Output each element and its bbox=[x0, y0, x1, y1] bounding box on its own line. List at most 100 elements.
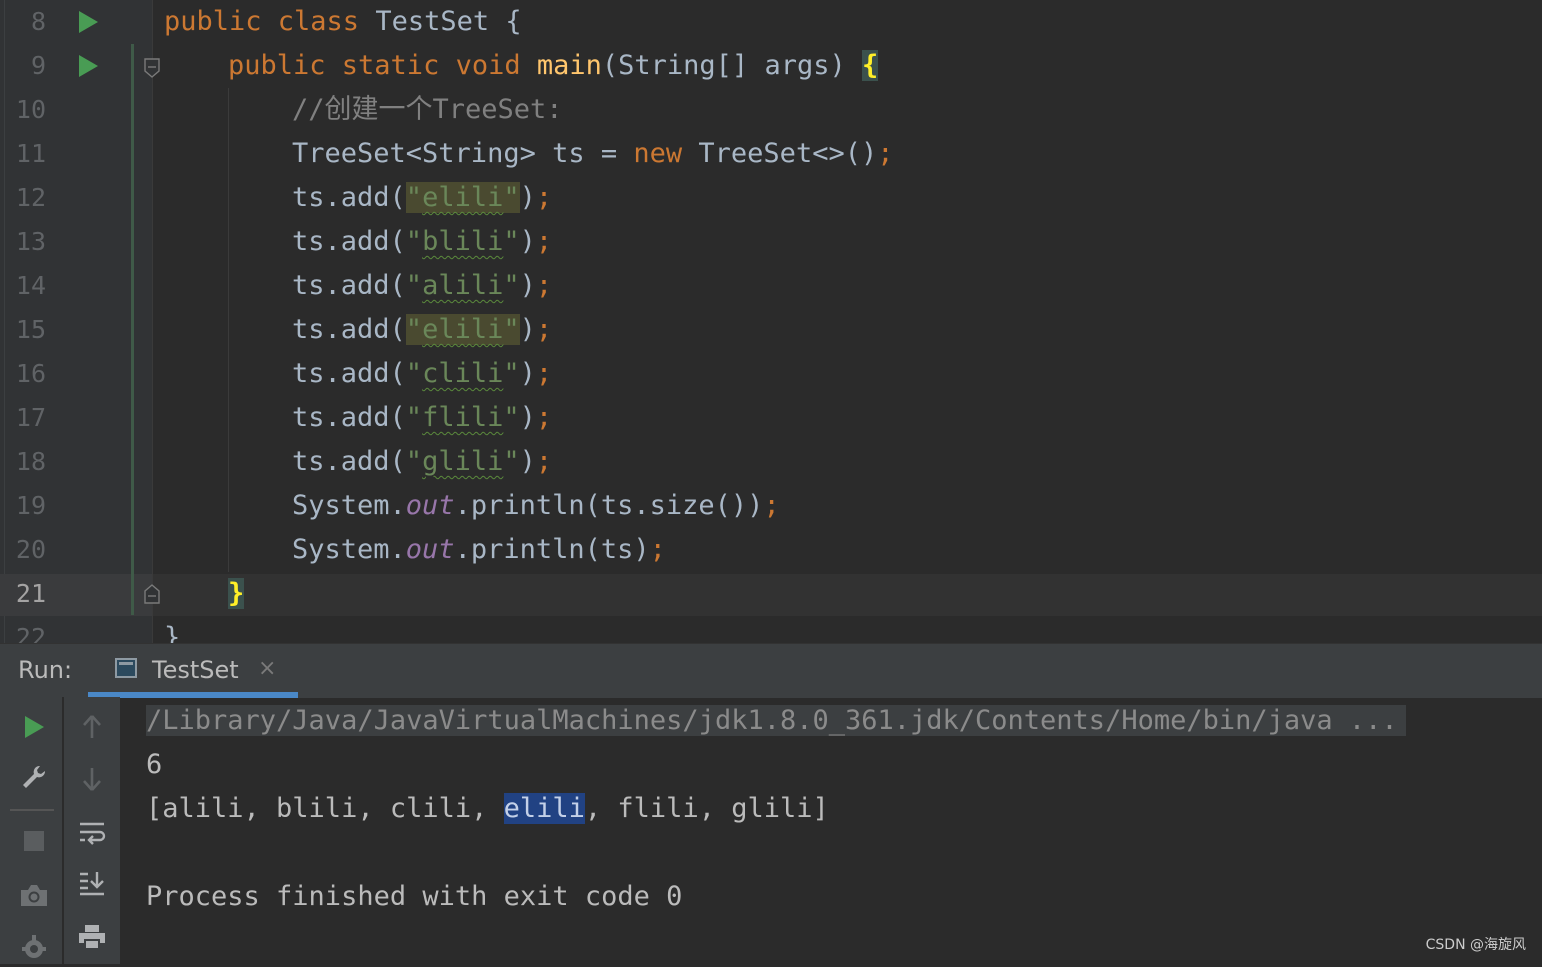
string-literal: "elili" bbox=[405, 182, 520, 213]
code-line-15[interactable]: 15 ts.add("elili"); bbox=[0, 308, 1542, 352]
line-number: 12 bbox=[15, 183, 46, 212]
line-number: 10 bbox=[15, 95, 46, 124]
code-text[interactable]: System.out.println(ts); bbox=[292, 528, 666, 572]
semicolon: ; bbox=[877, 138, 894, 169]
code-line-17[interactable]: 17 ts.add("flili"); bbox=[0, 396, 1542, 440]
code-line-22[interactable]: 22 } bbox=[0, 616, 1542, 643]
method-call: ts.add( bbox=[292, 358, 406, 389]
code-text[interactable]: ts.add("glili"); bbox=[292, 440, 552, 484]
code-line-19[interactable]: 19 System.out.println(ts.size()); bbox=[0, 484, 1542, 528]
semicolon: ; bbox=[763, 490, 780, 521]
console-line-size: 6 bbox=[146, 749, 163, 780]
run-tool-window: Run: TestSet × /Library/Java/JavaVirtual… bbox=[0, 643, 1542, 964]
string-literal: "glili" bbox=[405, 446, 520, 477]
tab-label: TestSet bbox=[152, 656, 239, 684]
code-line-16[interactable]: 16 ts.add("clili"); bbox=[0, 352, 1542, 396]
run-class-icon[interactable] bbox=[79, 11, 98, 33]
console-output[interactable]: /Library/Java/JavaVirtualMachines/jdk1.8… bbox=[146, 699, 1406, 919]
code-text[interactable]: ts.add("flili"); bbox=[292, 396, 552, 440]
string-literal: "elili" bbox=[405, 314, 520, 345]
code-line-14[interactable]: 14 ts.add("alili"); bbox=[0, 264, 1542, 308]
code-line-12[interactable]: 12 ts.add("elili"); bbox=[0, 176, 1542, 220]
line-number: 18 bbox=[15, 447, 46, 476]
method-call: ts.add( bbox=[292, 270, 406, 301]
code-text[interactable]: ts.add("alili"); bbox=[292, 264, 552, 308]
next-occurrence-button[interactable] bbox=[72, 759, 112, 799]
code-text[interactable]: public static void main(String[] args) { bbox=[228, 44, 879, 88]
soft-wrap-button[interactable] bbox=[72, 813, 112, 853]
code-line-18[interactable]: 18 ts.add("glili"); bbox=[0, 440, 1542, 484]
arrow-down-icon bbox=[83, 768, 101, 791]
static-field: out bbox=[405, 490, 455, 521]
printer-icon bbox=[79, 925, 105, 950]
console-line-command: /Library/Java/JavaVirtualMachines/jdk1.8… bbox=[146, 699, 1406, 743]
stop-button[interactable] bbox=[14, 821, 54, 861]
code-line-9[interactable]: 9 public static void main(String[] args)… bbox=[0, 44, 1542, 88]
code-line-21[interactable]: 21 } bbox=[0, 572, 1542, 616]
close-icon[interactable]: × bbox=[258, 656, 276, 681]
wrench-icon bbox=[23, 765, 46, 788]
keyword: public static void bbox=[228, 50, 537, 81]
line-number: 11 bbox=[15, 139, 46, 168]
print-button[interactable] bbox=[72, 917, 112, 957]
line-number: 14 bbox=[15, 271, 46, 300]
code-text[interactable]: TreeSet<String> ts = new TreeSet<>(); bbox=[292, 132, 893, 176]
code-text[interactable]: } bbox=[228, 572, 245, 616]
line-number: 15 bbox=[15, 315, 46, 344]
code-line-11[interactable]: 11 TreeSet<String> ts = new TreeSet<>(); bbox=[0, 132, 1542, 176]
code-text[interactable]: ts.add("blili"); bbox=[292, 220, 552, 264]
run-toolbar-secondary bbox=[64, 697, 120, 964]
method-name: main bbox=[536, 50, 602, 81]
semicolon: ; bbox=[649, 534, 666, 565]
java-command[interactable]: /Library/Java/JavaVirtualMachines/jdk1.8… bbox=[146, 705, 1406, 736]
rerun-button[interactable] bbox=[14, 707, 54, 747]
method-call: ts.add( bbox=[292, 402, 406, 433]
code-text[interactable]: } bbox=[164, 616, 180, 643]
line-number: 8 bbox=[30, 7, 46, 36]
static-field: out bbox=[405, 534, 455, 565]
code-text[interactable]: ts.add("clili"); bbox=[292, 352, 552, 396]
method-call: ts.add( bbox=[292, 182, 406, 213]
camera-icon bbox=[21, 885, 47, 906]
soft-wrap-icon bbox=[80, 822, 106, 845]
matched-brace: } bbox=[228, 578, 245, 609]
debug-settings-button[interactable] bbox=[14, 927, 54, 967]
semicolon: ; bbox=[535, 314, 553, 345]
code-editor[interactable]: 8 public class TestSet { 9 public static… bbox=[0, 0, 1542, 643]
scroll-to-end-button[interactable] bbox=[72, 863, 112, 903]
code-line-13[interactable]: 13 ts.add("blili"); bbox=[0, 220, 1542, 264]
code-text[interactable]: ts.add("elili"); bbox=[292, 308, 552, 352]
run-main-icon[interactable] bbox=[79, 55, 98, 77]
watermark: CSDN @海旋风 bbox=[1425, 937, 1526, 953]
fold-icon[interactable] bbox=[144, 58, 160, 78]
semicolon: ; bbox=[535, 226, 553, 257]
console-window-icon bbox=[115, 658, 137, 678]
toolbar-divider bbox=[10, 809, 54, 811]
code-line-8[interactable]: 8 public class TestSet { bbox=[0, 0, 1542, 44]
code-text[interactable]: System.out.println(ts.size()); bbox=[292, 484, 780, 528]
gear-bug-icon bbox=[22, 935, 46, 958]
line-number: 21 bbox=[15, 579, 46, 608]
string-literal: "flili" bbox=[405, 402, 520, 433]
string-literal: "blili" bbox=[405, 226, 520, 257]
line-number: 20 bbox=[15, 535, 46, 564]
line-number: 22 bbox=[15, 623, 46, 643]
code-line-10[interactable]: 10 //创建一个TreeSet: bbox=[0, 88, 1542, 132]
previous-occurrence-button[interactable] bbox=[72, 707, 112, 747]
code-line-20[interactable]: 20 System.out.println(ts); bbox=[0, 528, 1542, 572]
screenshot-button[interactable] bbox=[14, 875, 54, 915]
semicolon: ; bbox=[535, 446, 553, 477]
fold-end-icon[interactable] bbox=[144, 584, 160, 604]
class-declaration: TestSet { bbox=[375, 6, 522, 37]
edit-configuration-button[interactable] bbox=[14, 757, 54, 797]
code-text[interactable]: ts.add("elili"); bbox=[292, 176, 552, 220]
code-comment[interactable]: //创建一个TreeSet: bbox=[292, 88, 563, 132]
string-literal: "clili" bbox=[405, 358, 520, 389]
line-number: 17 bbox=[15, 403, 46, 432]
keyword: public class bbox=[164, 6, 376, 37]
semicolon: ; bbox=[535, 270, 553, 301]
tab-testset[interactable]: TestSet × bbox=[88, 644, 298, 698]
line-number: 13 bbox=[15, 227, 46, 256]
code-text[interactable]: public class TestSet { bbox=[164, 0, 522, 44]
line-number: 19 bbox=[15, 491, 46, 520]
